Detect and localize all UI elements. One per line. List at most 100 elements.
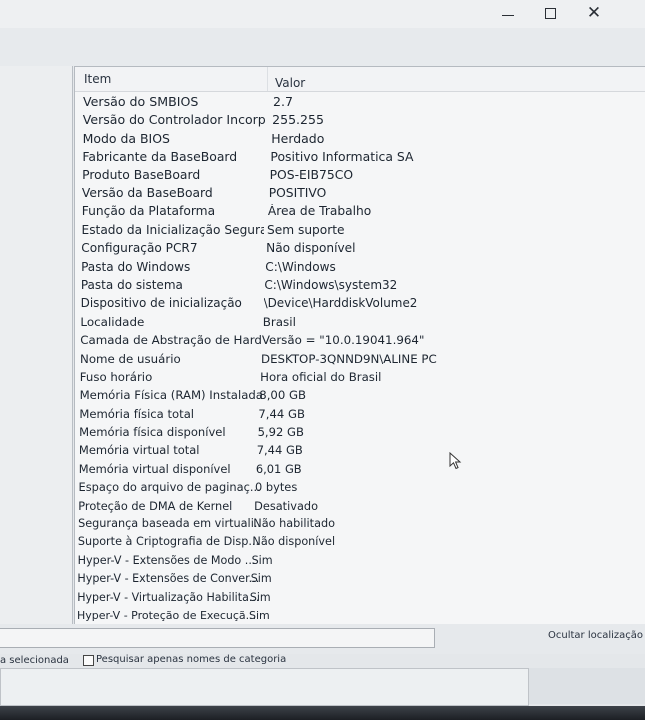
- row-item-label: Suporte à Criptografia de Disp...: [77, 535, 260, 549]
- maximize-icon: [544, 7, 556, 19]
- row-item-label: Hyper-V - Virtualização Habilita...: [77, 590, 260, 604]
- row-item-label: Camada de Abstração de Hard...: [80, 333, 263, 348]
- row-value: POSITIVO: [268, 185, 327, 200]
- row-item-label: Configuração PCR7: [81, 241, 198, 256]
- table-row[interactable]: Camada de Abstração de Hard... Versão = "…: [75, 333, 645, 351]
- row-value: C:\Windows: [265, 259, 336, 274]
- row-item-label: Fabricante da BaseBoard: [82, 149, 238, 165]
- table-row[interactable]: Segurança baseada em virtuali... Não habi…: [75, 517, 645, 535]
- row-value: 0 bytes: [255, 480, 298, 495]
- row-value: POS-EIB75CO: [269, 167, 354, 182]
- row-item-label: Memória virtual disponível: [78, 461, 231, 476]
- row-item-label: Hyper-V - Proteção de Execuçã...: [77, 609, 257, 622]
- row-item-label: Modo da BIOS: [82, 130, 170, 146]
- row-value: Brasil: [262, 314, 296, 329]
- hide-location-button[interactable]: Ocultar localização: [548, 630, 643, 641]
- table-row[interactable]: Memória Física (RAM) Instalada 8,00 GB: [75, 388, 645, 406]
- row-value: 2.7: [273, 94, 294, 109]
- search-options: a selecionada Pesquisar apenas nomes de …: [0, 652, 645, 668]
- row-value: Sem suporte: [267, 222, 345, 237]
- row-item-label: Dispositivo de inicialização: [80, 296, 242, 311]
- table-row[interactable]: Produto BaseBoard POS-EIB75CO: [75, 168, 645, 186]
- row-item-label: Pasta do Windows: [81, 259, 191, 274]
- row-value: Não disponível: [266, 241, 356, 256]
- table-row[interactable]: Memória física disponível 5,92 GB: [75, 425, 645, 443]
- row-item-label: Versão do Controlador Incorp...: [82, 112, 265, 128]
- row-value: Sim: [250, 572, 272, 586]
- table-row[interactable]: Versão da BaseBoard POSITIVO: [75, 186, 645, 204]
- row-item-label: Memória Física (RAM) Instalada: [79, 388, 262, 403]
- table-row[interactable]: Modo da BIOS Herdado: [75, 131, 645, 149]
- maximize-button[interactable]: [528, 0, 572, 26]
- row-value: Área de Trabalho: [267, 204, 372, 219]
- taskbar-edge: [0, 706, 645, 720]
- table-row[interactable]: Versão do SMBIOS 2.7: [75, 94, 645, 112]
- column-header-item[interactable]: Item: [84, 72, 111, 86]
- system-summary-table: Item Valor Versão do SMBIOS 2.7 Versão do …: [74, 66, 645, 625]
- column-header-valor[interactable]: Valor: [275, 76, 305, 90]
- row-item-label: Fuso horário: [79, 369, 153, 384]
- table-row[interactable]: Memória física total 7,44 GB: [75, 407, 645, 425]
- table-row[interactable]: Nome de usuário DESKTOP-3QNND9N\ALINE PC: [75, 352, 645, 370]
- table-row[interactable]: Espaço do arquivo de paginaç... 0 bytes: [75, 480, 645, 498]
- table-row[interactable]: Função da Plataforma Área de Trabalho: [75, 204, 645, 222]
- row-value: Sim: [251, 553, 273, 567]
- row-item-label: Memória virtual total: [78, 443, 200, 458]
- row-value: \Device\HarddiskVolume2: [263, 296, 418, 311]
- minimize-icon: [502, 14, 514, 16]
- row-value: 7,44 GB: [256, 443, 303, 458]
- table-row[interactable]: Memória virtual disponível 6,01 GB: [75, 462, 645, 480]
- row-item-label: Memória física disponível: [79, 425, 226, 440]
- column-divider[interactable]: [267, 67, 268, 91]
- table-row[interactable]: Memória virtual total 7,44 GB: [75, 443, 645, 461]
- row-item-label: Estado da Inicialização Segura: [81, 222, 264, 237]
- row-value: 6,01 GB: [255, 461, 302, 476]
- table-row[interactable]: Fabricante da BaseBoard Positivo Informat…: [75, 149, 645, 167]
- row-item-label: Memória física total: [79, 406, 195, 421]
- row-item-label: Pasta do sistema: [80, 277, 183, 292]
- table-row[interactable]: Hyper-V - Extensões de Modo ... Sim: [75, 554, 645, 572]
- table-row[interactable]: Estado da Inicialização Segura Sem suport…: [75, 223, 645, 241]
- table-row[interactable]: Proteção de DMA de Kernel Desativado: [75, 499, 645, 517]
- row-value: DESKTOP-3QNND9N\ALINE PC: [261, 351, 437, 366]
- row-value: 255.255: [272, 112, 324, 128]
- category-tree-pane[interactable]: [0, 66, 73, 624]
- table-row[interactable]: Versão do Controlador Incorp... 255.255: [75, 112, 645, 130]
- table-row[interactable]: Fuso horário Hora oficial do Brasil: [75, 370, 645, 388]
- row-item-label: Hyper-V - Extensões de Modo ...: [77, 553, 256, 567]
- table-row[interactable]: Hyper-V - Proteção de Execuçã... Sim: [75, 609, 645, 625]
- table-row[interactable]: Localidade Brasil: [75, 315, 645, 333]
- row-item-label: Segurança baseada em virtuali...: [78, 517, 261, 531]
- table-header: Item Valor: [75, 67, 645, 92]
- table-row[interactable]: Pasta do Windows C:\Windows: [75, 260, 645, 278]
- row-value: Sim: [249, 590, 271, 604]
- row-value: Versão = "10.0.19041.964": [261, 333, 425, 348]
- search-input[interactable]: [0, 628, 435, 648]
- row-value: Não disponível: [252, 535, 336, 549]
- selected-category-option-label[interactable]: a selecionada: [0, 655, 69, 666]
- row-value: Não habilitado: [253, 517, 336, 531]
- search-bar: Ocultar localização: [0, 624, 645, 654]
- table-row[interactable]: Hyper-V - Extensões de Conver... Sim: [75, 572, 645, 590]
- close-button[interactable]: ✕: [572, 0, 616, 26]
- close-icon: ✕: [586, 3, 602, 23]
- row-value: Desativado: [254, 498, 319, 513]
- category-names-checkbox[interactable]: [83, 655, 94, 666]
- row-item-label: Proteção de DMA de Kernel: [78, 498, 233, 513]
- row-value: Positivo Informatica SA: [270, 149, 414, 165]
- table-row[interactable]: Dispositivo de inicialização \Device\Hard…: [75, 296, 645, 314]
- row-value: C:\Windows\system32: [264, 277, 398, 292]
- row-item-label: Função da Plataforma: [81, 204, 216, 219]
- table-row[interactable]: Pasta do sistema C:\Windows\system32: [75, 278, 645, 296]
- row-value: Sim: [249, 609, 270, 622]
- status-bar: [0, 668, 529, 706]
- row-item-label: Nome de usuário: [80, 351, 181, 366]
- mouse-cursor-icon: [449, 452, 462, 470]
- table-row[interactable]: Configuração PCR7 Não disponível: [75, 241, 645, 259]
- minimize-button[interactable]: [486, 0, 530, 26]
- row-item-label: Versão do SMBIOS: [83, 94, 199, 109]
- table-row[interactable]: Hyper-V - Virtualização Habilita... Sim: [75, 591, 645, 609]
- row-item-label: Hyper-V - Extensões de Conver...: [77, 572, 260, 586]
- category-names-checkbox-label[interactable]: Pesquisar apenas nomes de categoria: [96, 654, 286, 665]
- table-row[interactable]: Suporte à Criptografia de Disp... Não dis…: [75, 535, 645, 553]
